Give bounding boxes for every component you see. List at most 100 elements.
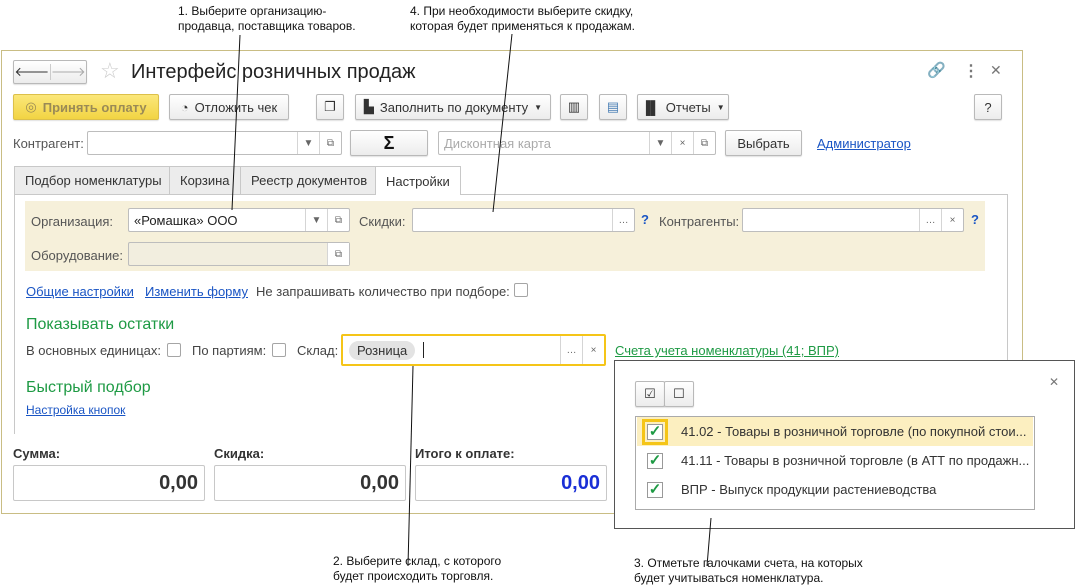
- buttons-setup-link[interactable]: Настройка кнопок: [26, 403, 125, 417]
- warehouse-field[interactable]: Розница … ×: [341, 334, 606, 366]
- reports-button[interactable]: ▐▌ Отчеты ▼: [637, 94, 729, 120]
- clear-icon[interactable]: ×: [941, 209, 963, 231]
- window-icon: ❐: [324, 99, 336, 114]
- open-icon[interactable]: ⧉: [693, 132, 715, 154]
- terminal-button[interactable]: ▤: [599, 94, 627, 120]
- administrator-link[interactable]: Администратор: [817, 136, 911, 151]
- close-icon[interactable]: ✕: [990, 62, 1002, 79]
- accept-label: Принять оплату: [42, 99, 147, 115]
- documents-icon: ▙: [363, 99, 374, 114]
- discount-card-placeholder: Дисконтная карта: [444, 135, 552, 151]
- accounts-popup: ✕ ☑ ☐ ✓ 41.02 - Товары в розничной торгов…: [614, 360, 1075, 529]
- uncheck-all-button[interactable]: ☐: [664, 381, 694, 407]
- annotation-text: 2. Выберите склад, с которого: [333, 554, 502, 568]
- annotation-text: 4. При необходимости выберите скидку,: [410, 4, 634, 18]
- list-item[interactable]: ✓ 41.02 - Товары в розничной торговле (по…: [637, 417, 1033, 446]
- accounts-list: ✓ 41.02 - Товары в розничной торговле (по…: [635, 416, 1035, 510]
- help-button[interactable]: ?: [974, 94, 1002, 120]
- checked-box-icon: ☑: [644, 386, 656, 401]
- discount-card-field[interactable]: Дисконтная карта ▼ × ⧉: [438, 131, 716, 155]
- organization-label: Организация:: [31, 214, 114, 229]
- tab-documents-registry[interactable]: Реестр документов: [240, 166, 379, 194]
- checkbox-checked[interactable]: ✓: [647, 481, 663, 498]
- discounts-label: Скидки:: [359, 214, 406, 229]
- accept-payment-button[interactable]: ◎ Принять оплату: [13, 94, 159, 120]
- counterparty-label: Контрагент:: [13, 136, 84, 151]
- dropdown-icon[interactable]: ▼: [649, 132, 671, 154]
- open-icon[interactable]: ⧉: [319, 132, 341, 154]
- sum-label: Сумма:: [13, 446, 61, 461]
- forward-arrow-icon[interactable]: 🡒: [51, 64, 87, 80]
- check-all-button[interactable]: ☑: [635, 381, 665, 407]
- empty-box-icon: ☐: [673, 386, 685, 401]
- choose-button[interactable]: Выбрать: [725, 130, 802, 156]
- nav-buttons: 🡐 🡒: [13, 60, 87, 84]
- reports-label: Отчеты: [665, 99, 711, 115]
- warehouse-tag[interactable]: Розница: [349, 340, 416, 360]
- clear-icon[interactable]: ×: [582, 336, 604, 364]
- checkbox-checked[interactable]: ✓: [647, 452, 663, 469]
- fill-by-document-button[interactable]: ▙ Заполнить по документу ▼: [355, 94, 551, 120]
- counterparty-field[interactable]: ▼ ⧉: [87, 131, 342, 155]
- annotation-text: 3. Отметьте галочками счета, на которых: [634, 556, 863, 570]
- annotation-1: 1. Выберите организацию-продавца, постав…: [178, 4, 356, 34]
- no-quantity-checkbox[interactable]: [514, 283, 528, 297]
- sum-value: 0,00: [13, 465, 205, 501]
- window-button[interactable]: ❐: [316, 94, 344, 120]
- terminal-icon: ▤: [606, 99, 620, 114]
- select-icon[interactable]: …: [560, 336, 582, 364]
- link-icon[interactable]: 🔗: [927, 61, 946, 79]
- dropdown-icon[interactable]: ▼: [305, 209, 327, 231]
- bar-chart-icon: ▐▌: [641, 99, 660, 115]
- account-label: 41.02 - Товары в розничной торговле (по …: [681, 424, 1027, 439]
- annotation-4: 4. При необходимости выберите скидку, кот…: [410, 4, 635, 34]
- window-title: Интерфейс розничных продаж: [131, 61, 416, 83]
- base-units-label: В основных единицах:: [26, 343, 161, 358]
- barcode-search-button[interactable]: ▥: [560, 94, 588, 120]
- annotation-2: 2. Выберите склад, с которого будет проис…: [333, 554, 501, 584]
- warehouse-label: Склад:: [297, 343, 339, 358]
- barcode-icon: ▥: [567, 99, 581, 114]
- select-icon[interactable]: …: [919, 209, 941, 231]
- check-circle-icon: ◎: [25, 99, 37, 114]
- by-batches-checkbox[interactable]: [272, 343, 286, 357]
- counterparties-field[interactable]: … ×: [742, 208, 964, 232]
- chevron-down-icon: ▼: [534, 102, 543, 112]
- change-form-link[interactable]: Изменить форму: [145, 284, 248, 299]
- tab-cart[interactable]: Корзина: [169, 166, 241, 194]
- base-units-checkbox[interactable]: [167, 343, 181, 357]
- clear-icon[interactable]: ×: [671, 132, 693, 154]
- help-icon[interactable]: ?: [641, 212, 649, 227]
- total-label: Итого к оплате:: [415, 446, 515, 461]
- favorite-star-icon[interactable]: ☆: [100, 58, 120, 84]
- open-icon[interactable]: ⧉: [327, 243, 349, 265]
- account-label: ВПР - Выпуск продукции растениеводства: [681, 482, 937, 497]
- tab-settings[interactable]: Настройки: [375, 166, 461, 195]
- list-item[interactable]: ✓ 41.11 - Товары в розничной торговле (в …: [637, 446, 1033, 475]
- clock-icon: ◔: [180, 99, 189, 115]
- text-cursor: [423, 342, 425, 358]
- organization-field[interactable]: «Ромашка» ООО ▼ ⧉: [128, 208, 350, 232]
- annotation-text: которая будет применяться к продажам.: [410, 19, 635, 33]
- tab-selection[interactable]: Подбор номенклатуры: [14, 166, 173, 194]
- checkbox-checked[interactable]: ✓: [642, 418, 668, 445]
- equipment-field[interactable]: ⧉: [128, 242, 350, 266]
- total-value: 0,00: [415, 465, 607, 501]
- close-icon[interactable]: ✕: [1049, 375, 1059, 389]
- dropdown-icon[interactable]: ▼: [297, 132, 319, 154]
- account-label: 41.11 - Товары в розничной торговле (в А…: [681, 453, 1030, 468]
- back-arrow-icon[interactable]: 🡐: [14, 64, 51, 80]
- discounts-field[interactable]: …: [412, 208, 635, 232]
- chevron-down-icon: ▼: [716, 102, 725, 112]
- select-icon[interactable]: …: [612, 209, 634, 231]
- annotation-text: будет происходить торговля.: [333, 569, 494, 583]
- fill-label: Заполнить по документу: [379, 99, 529, 115]
- help-icon[interactable]: ?: [971, 212, 979, 227]
- more-icon[interactable]: ⋮: [963, 61, 979, 81]
- list-item[interactable]: ✓ ВПР - Выпуск продукции растениеводства: [637, 475, 1033, 504]
- accounts-link[interactable]: Счета учета номенклатуры (41; ВПР): [615, 343, 839, 358]
- open-icon[interactable]: ⧉: [327, 209, 349, 231]
- sum-button[interactable]: Σ: [350, 130, 428, 156]
- postpone-button[interactable]: ◔ Отложить чек: [169, 94, 289, 120]
- general-settings-link[interactable]: Общие настройки: [26, 284, 134, 299]
